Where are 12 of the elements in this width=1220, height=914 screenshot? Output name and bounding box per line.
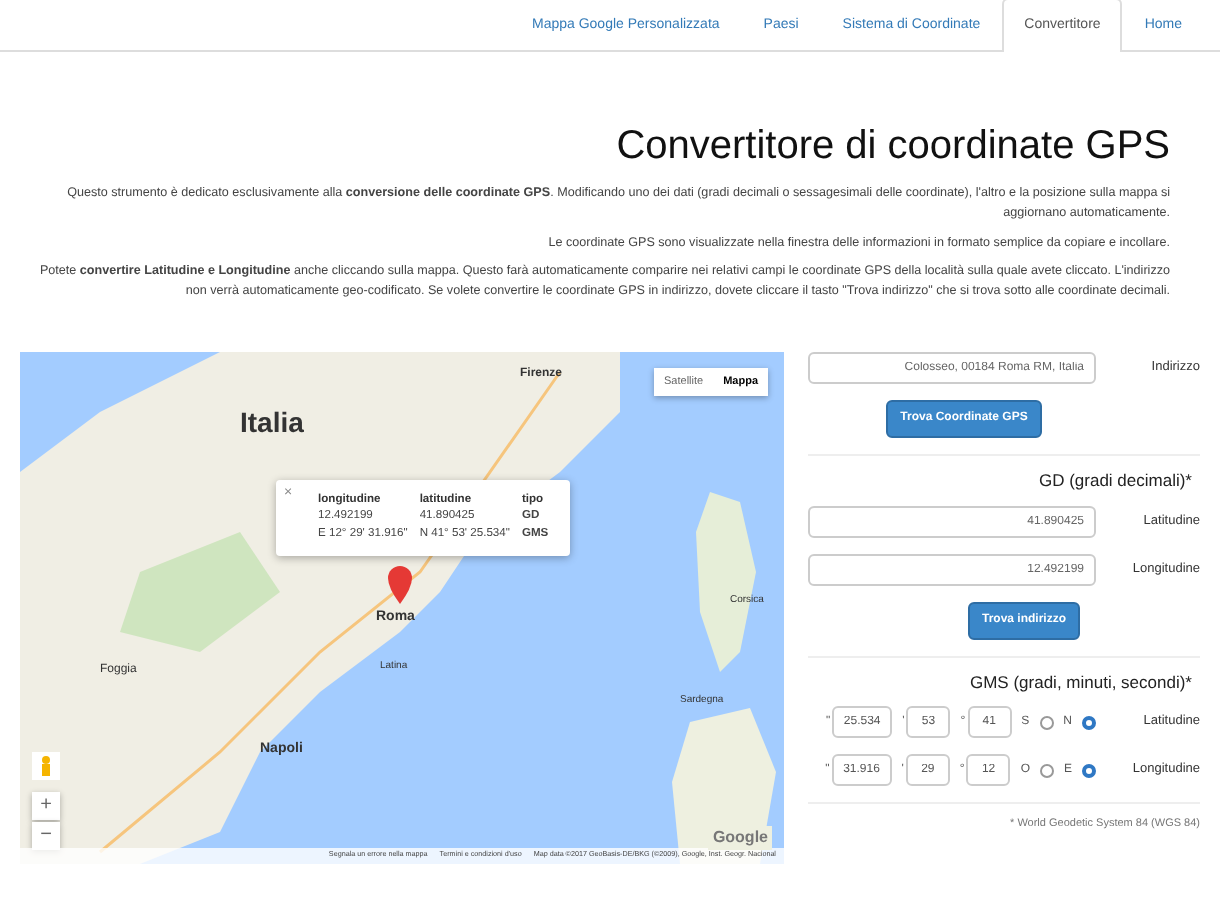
section-title: GMS (gradi, minuti, secondi)*: [967, 669, 1192, 695]
section-title: GD (gradi decimali)*: [1036, 467, 1192, 493]
map-logo: Google: [708, 825, 772, 850]
radio-button[interactable]: [1039, 763, 1054, 778]
radio-button[interactable]: [1039, 715, 1054, 730]
radio-button[interactable]: [1082, 715, 1096, 730]
place-label: Italia: [240, 405, 304, 438]
zoom-in-button[interactable]: +: [32, 791, 60, 820]
zoom-out-button[interactable]: −: [32, 821, 60, 850]
map-pin-icon[interactable]: [388, 565, 412, 604]
radio-button[interactable]: [1082, 763, 1096, 778]
page-heading: Convertitore di coordinate GPS: [614, 122, 1170, 172]
